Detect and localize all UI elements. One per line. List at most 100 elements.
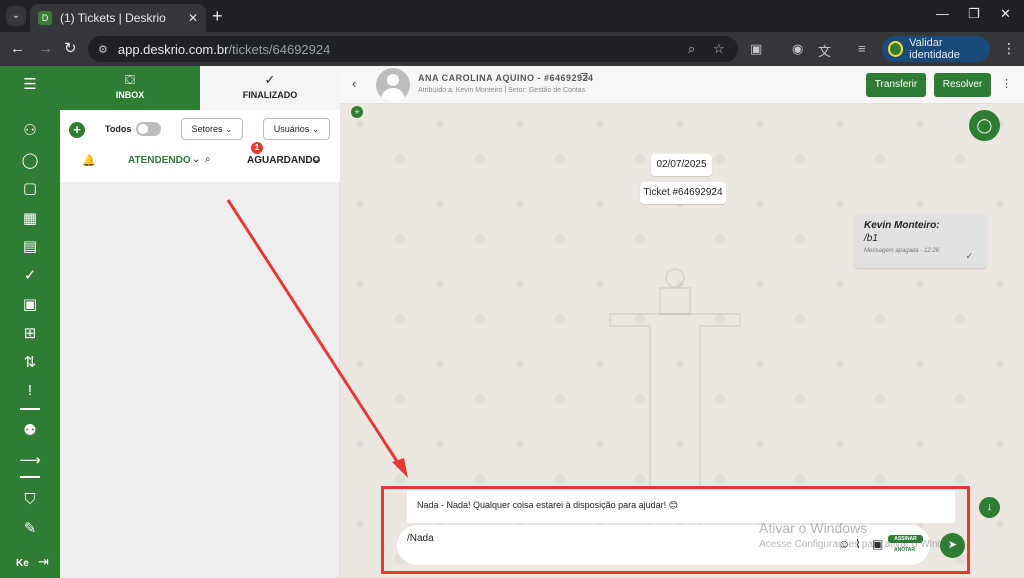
usuarios-select[interactable]: Usuários ⌄ — [263, 118, 330, 140]
tab-title: (1) Tickets | Deskrio — [60, 11, 166, 25]
chevron-down-icon[interactable]: ⌄ — [312, 154, 320, 165]
check-circle-icon: ✓ — [264, 72, 276, 87]
tab-close-icon[interactable]: ✕ — [188, 11, 198, 25]
sidebar: ☰ ⚇ ◯ ▢ ▦ ▤ ✓ ▣ ⊞ ⇅ ! ⚉ ⟶ ⛉ ✎ Ke ⇥ — [0, 66, 60, 578]
chat-area: ‹ ANA CAROLINA AQUINO - #64692924 ❐ Atri… — [340, 66, 1024, 578]
brazil-seal-icon — [888, 41, 904, 57]
avatar — [376, 68, 410, 102]
browser-tab[interactable]: D (1) Tickets | Deskrio ✕ — [30, 4, 206, 32]
whatsapp-icon[interactable]: ◯ — [969, 110, 1000, 141]
validar-label: Validar identidade — [909, 37, 960, 61]
transferir-button[interactable]: Transferir — [866, 73, 926, 97]
browser-tab-bar: ⌄ D (1) Tickets | Deskrio ✕ + — ❐ ✕ — [0, 0, 1024, 32]
chevron-down-icon[interactable]: ⌄ — [192, 154, 200, 165]
avatar-head — [387, 74, 399, 86]
search-icon[interactable]: ⌕ — [205, 154, 211, 165]
message-bubble[interactable]: Kevin Monteiro: /b1 Mensagem apagada - 1… — [854, 214, 987, 268]
kanban-icon[interactable]: ▤ — [18, 236, 42, 258]
aguardando-tab[interactable]: AGUARDANDO — [247, 155, 320, 166]
translate-icon[interactable]: 文 — [818, 41, 831, 60]
chat-icon[interactable]: ◯ — [18, 150, 42, 172]
tab-finalizado[interactable]: ✓ FINALIZADO — [200, 66, 340, 110]
add-message-icon[interactable]: ⊞ — [18, 323, 42, 345]
arrow-right-icon[interactable]: ⟶ — [18, 450, 42, 472]
usuarios-label: Usuários — [273, 124, 310, 134]
app: ☰ ⚇ ◯ ▢ ▦ ▤ ✓ ▣ ⊞ ⇅ ! ⚉ ⟶ ⛉ ✎ Ke ⇥ ⛋ INB… — [0, 66, 1024, 578]
tab-search-icon[interactable]: ⌄ — [6, 6, 26, 26]
menu-icon[interactable]: ☰ — [18, 74, 42, 96]
window-close-icon[interactable]: ✕ — [1000, 6, 1011, 22]
contact-name: ANA CAROLINA AQUINO - #64692924 — [418, 73, 594, 83]
minimize-icon[interactable]: — — [936, 6, 949, 21]
url-host: app.deskrio.com.br — [117, 41, 229, 57]
dashboard-icon[interactable]: ▦ — [18, 208, 42, 230]
user-icon[interactable]: ⚇ — [18, 120, 42, 142]
scroll-down-icon[interactable]: ↓ — [979, 497, 1000, 518]
restore-icon[interactable]: ❐ — [968, 6, 980, 22]
extension-icon[interactable]: ▣ — [750, 41, 762, 57]
check-circle-icon[interactable]: ✓ — [18, 265, 42, 287]
avatar-body — [381, 88, 405, 102]
toggle-knob — [138, 124, 148, 134]
ticket-filters: + Todos Setores ⌄ Usuários ⌄ 🔔 ATENDENDO… — [60, 110, 340, 182]
users-icon[interactable]: ⚉ — [18, 420, 42, 442]
todos-label: Todos — [105, 124, 132, 134]
todos-toggle[interactable] — [136, 122, 161, 136]
tab-inbox[interactable]: ⛋ INBOX — [60, 66, 200, 110]
back-icon[interactable]: ← — [10, 40, 25, 58]
message-author-name: Kevin Monteiro — [864, 220, 937, 231]
add-ticket-button[interactable]: + — [69, 122, 85, 138]
bell-icon[interactable]: 🔔 — [82, 154, 96, 167]
flow-icon[interactable]: ⇅ — [18, 352, 42, 374]
chat-menu-icon[interactable]: ⋮ — [1001, 77, 1012, 90]
setores-select[interactable]: Setores ⌄ — [181, 118, 243, 140]
incognito-icon[interactable]: ◉ — [792, 41, 803, 57]
forward-icon[interactable]: → — [38, 40, 53, 58]
chevron-down-icon: ⌄ — [225, 124, 233, 134]
media-icon[interactable]: ≡ — [858, 41, 866, 56]
shield-icon[interactable]: ⛉ — [18, 489, 42, 511]
logout-icon[interactable]: ⇥ — [38, 554, 49, 570]
message-author: Kevin Monteiro: — [864, 220, 940, 231]
copy-icon[interactable]: ❐ — [580, 72, 588, 83]
add-icon[interactable]: + — [351, 106, 363, 118]
message-status: Mensagem apagada - — [864, 248, 923, 254]
resolver-button[interactable]: Resolver — [934, 73, 991, 97]
ticket-panel: ⛋ INBOX ✓ FINALIZADO + Todos Setores ⌄ U… — [60, 66, 340, 578]
validar-identidade-button[interactable]: Validar identidade — [882, 36, 990, 62]
message-meta: Mensagem apagada - 12:26 — [864, 248, 977, 254]
sidebar-divider — [20, 408, 40, 410]
url-path: /tickets/64692924 — [228, 41, 331, 57]
bookmark-star-icon[interactable]: ☆ — [713, 41, 725, 57]
inbox-icon: ⛋ — [125, 72, 135, 87]
site-info-icon[interactable]: ⚙ — [98, 43, 108, 56]
check-icon: ✓ — [965, 251, 973, 261]
date-pill: 02/07/2025 — [651, 154, 712, 176]
contact-subtitle: Atribuído a: Kevin Monteiro | Setor: Ges… — [418, 87, 586, 94]
message-time: 12:26 — [924, 248, 940, 254]
chevron-down-icon: ⌄ — [311, 124, 320, 134]
back-arrow-icon[interactable]: ‹ — [352, 76, 356, 91]
atendendo-tab[interactable]: ATENDENDO — [128, 155, 191, 166]
ticket-tabs: ⛋ INBOX ✓ FINALIZADO — [60, 66, 340, 110]
setores-label: Setores — [191, 124, 223, 134]
new-tab-icon[interactable]: + — [212, 6, 223, 26]
contact-card-icon[interactable]: ▢ — [18, 178, 42, 200]
aguardando-badge: 1 — [251, 142, 263, 154]
message-text: /b1 — [864, 233, 878, 244]
deskrio-favicon-icon: D — [38, 11, 52, 25]
address-bar[interactable]: ⚙ app.deskrio.com.br/tickets/64692924 ⌕ … — [88, 36, 738, 62]
red-highlight-box — [381, 486, 970, 574]
browser-toolbar: ← → ↻ ⚙ app.deskrio.com.br/tickets/64692… — [0, 32, 1024, 66]
edit-icon[interactable]: ✎ — [18, 518, 42, 540]
tab-finalizado-label: FINALIZADO — [242, 90, 298, 100]
tab-inbox-label: INBOX — [115, 90, 145, 100]
alert-message-icon[interactable]: ! — [18, 380, 42, 402]
sidebar-divider — [20, 476, 40, 478]
reload-icon[interactable]: ↻ — [64, 40, 77, 58]
user-initials[interactable]: Ke — [16, 558, 29, 569]
browser-menu-icon[interactable]: ⋮ — [1002, 40, 1016, 57]
calendar-icon[interactable]: ▣ — [18, 294, 42, 316]
zoom-icon[interactable]: ⌕ — [688, 41, 695, 57]
chat-header: ‹ ANA CAROLINA AQUINO - #64692924 ❐ Atri… — [340, 66, 1024, 104]
